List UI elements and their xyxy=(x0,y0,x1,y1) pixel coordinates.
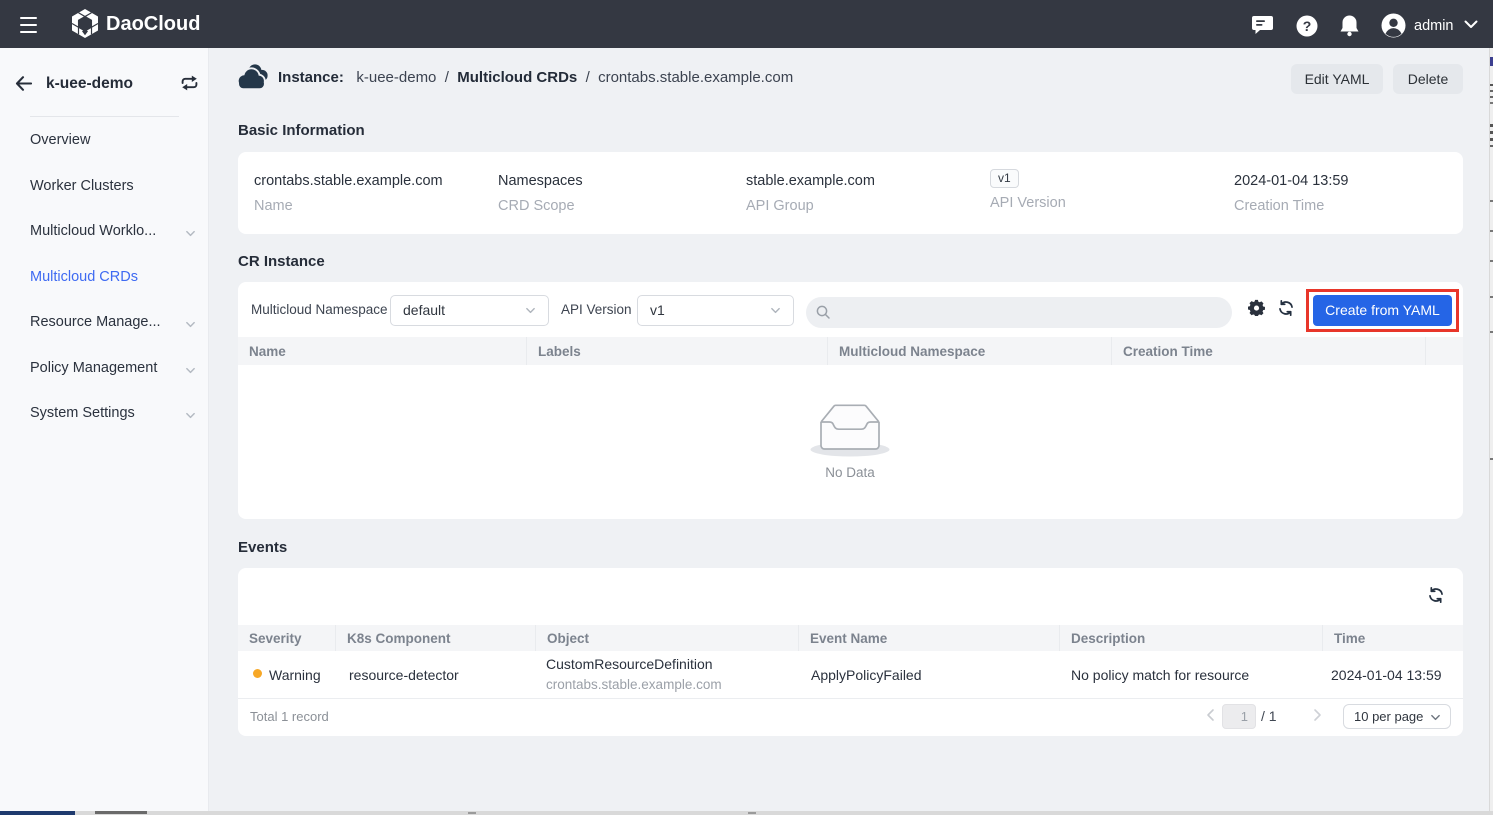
svg-text:?: ? xyxy=(1303,18,1312,34)
